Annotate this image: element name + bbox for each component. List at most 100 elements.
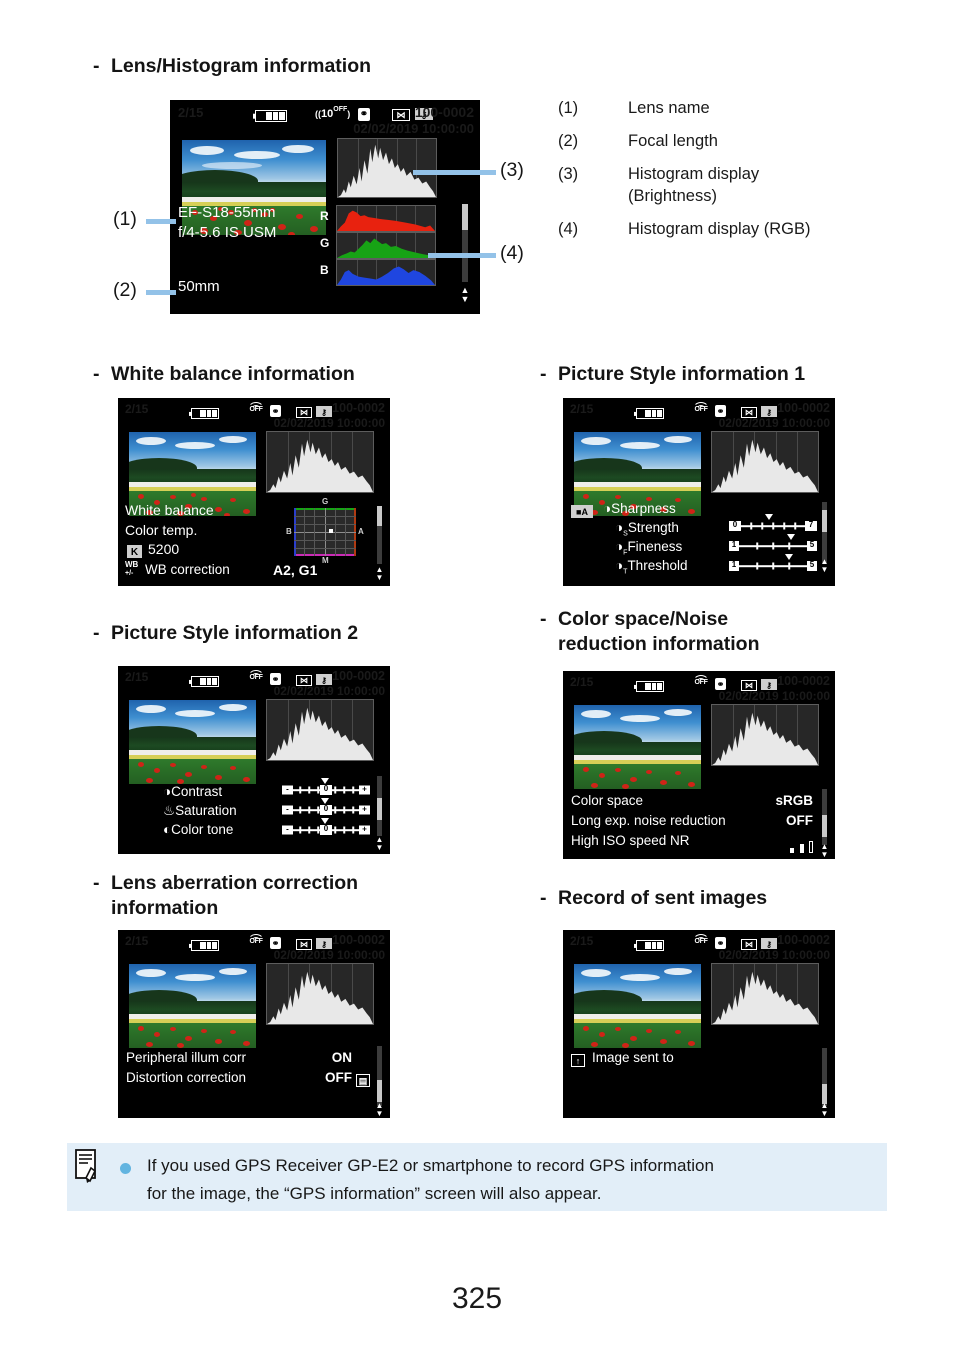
- ps1-strength-min: 0: [729, 521, 741, 531]
- scroll-arrows[interactable]: ▲ ▼: [374, 836, 385, 852]
- scrollbar[interactable]: [822, 789, 827, 845]
- section-heading-picture-style-2: - Picture Style information 2: [93, 621, 358, 646]
- sent-image-icon: ↑: [571, 1051, 585, 1069]
- heading-dash: -: [540, 608, 547, 630]
- scrollbar[interactable]: [462, 204, 468, 282]
- wb-grid-label-right: A: [358, 527, 364, 536]
- scrollbar[interactable]: [377, 1046, 382, 1106]
- heading-text: White balance information: [111, 363, 355, 385]
- ps1-slider-threshold[interactable]: 1 5: [729, 554, 817, 573]
- scroll-arrows[interactable]: ▲ ▼: [819, 1102, 830, 1118]
- ps2-contrast-max: +: [359, 785, 370, 795]
- saturation-icon: ♨: [163, 803, 176, 818]
- lcd-screen-color-space: 2/15 OFF ⚭ ⋈ ⚷ 100-0002 02/02/2019 10:00…: [563, 671, 835, 859]
- ps2-saturation-value: 0: [320, 805, 332, 815]
- ps2-row-saturation: ♨Saturation: [163, 803, 237, 819]
- ps2-slider-color-tone[interactable]: - + 0: [282, 818, 370, 837]
- ps2-row-color-tone: ◐Color tone: [163, 822, 233, 837]
- heading-text: Lens/Histogram information: [111, 55, 372, 77]
- legend-text-3b: (Brightness): [628, 187, 717, 205]
- ps1-row-threshold: ◑TThreshold: [615, 558, 687, 576]
- capture-datetime: 02/02/2019 10:00:00: [718, 416, 830, 430]
- ps2-label-color-tone: Color tone: [171, 822, 234, 837]
- legend-number-3: (3): [558, 165, 579, 183]
- scroll-arrows[interactable]: ▲ ▼: [374, 1102, 385, 1118]
- legend-number-4: (4): [558, 220, 579, 238]
- section-heading-lens-histogram: - Lens/Histogram information: [93, 54, 371, 79]
- histogram-brightness: [266, 963, 374, 1025]
- threshold-icon: ◑T: [615, 558, 628, 576]
- battery-icon: [636, 679, 664, 697]
- callout-number-3: (3): [500, 159, 524, 181]
- ps1-threshold-pointer: [785, 554, 793, 560]
- wifi-off-icon: OFF: [247, 669, 265, 683]
- capture-datetime: 02/02/2019 10:00:00: [273, 416, 385, 430]
- note-line-2: for the image, the “GPS information” scr…: [147, 1184, 602, 1203]
- ps1-row-fineness: ◑FFineness: [615, 539, 682, 557]
- cs-label-color-space: Color space: [571, 793, 644, 808]
- ps1-slider-strength[interactable]: 0 7: [729, 514, 817, 533]
- ps2-color-tone-min: -: [282, 825, 293, 835]
- la-value-peripheral: ON: [331, 1050, 352, 1065]
- scrollbar[interactable]: [377, 776, 382, 836]
- scrollbar[interactable]: [822, 502, 827, 564]
- wb-grid-label-bottom: M: [322, 556, 329, 565]
- ps1-fineness-pointer: [787, 534, 795, 540]
- note-line-1: If you used GPS Receiver GP-E2 or smartp…: [147, 1156, 714, 1175]
- lcd-screen-picture-style-2: 2/15 OFF ⚭ ⋈ ⚷ 100-0002 02/02/2019 10:00…: [118, 666, 390, 854]
- lcd-screen-record-sent: 2/15 OFF ⚭ ⋈ ⚷ 100-0002 02/02/2019 10:00…: [563, 930, 835, 1118]
- file-number: 100-0002: [332, 669, 385, 683]
- wifi-off-icon: ((10OFF): [315, 106, 351, 120]
- scrollbar[interactable]: [822, 1048, 827, 1106]
- heading-text-line2: reduction information: [558, 633, 760, 655]
- wb-grid-label-top: G: [322, 497, 329, 506]
- rgb-label-b: B: [320, 263, 329, 277]
- ps2-saturation-pointer: [321, 798, 329, 804]
- focal-length: 50mm: [178, 278, 220, 295]
- heading-text-line1: Lens aberration correction: [111, 872, 359, 894]
- ps2-contrast-pointer: [321, 778, 329, 784]
- wifi-off-icon: OFF: [692, 674, 710, 688]
- cs-label-high-iso-nr: High ISO speed NR: [571, 833, 690, 848]
- scroll-arrows[interactable]: ▲ ▼: [819, 843, 830, 859]
- heading-dash: -: [93, 622, 100, 644]
- scroll-arrows[interactable]: ▲ ▼: [459, 286, 471, 304]
- manual-page: - Lens/Histogram information 2/15 ((10OFF…: [0, 0, 954, 1345]
- heading-dash: -: [93, 872, 100, 894]
- capture-datetime: 02/02/2019 10:00:00: [718, 948, 830, 962]
- heading-text: Record of sent images: [558, 887, 768, 909]
- lens-name-line1: EF-S18-55mm: [178, 204, 276, 221]
- lens-data-icon: ▤: [356, 1071, 370, 1089]
- battery-icon: [191, 938, 219, 956]
- picture-style-auto-icon: ■A: [571, 502, 593, 520]
- ps2-row-contrast: ◑Contrast: [163, 784, 222, 799]
- scroll-arrows[interactable]: ▲ ▼: [374, 566, 385, 582]
- ps2-slider-saturation[interactable]: - + 0: [282, 798, 370, 817]
- ps2-saturation-min: -: [282, 805, 293, 815]
- wb-grid-label-left: B: [286, 527, 292, 536]
- heading-text: Picture Style information 1: [558, 363, 806, 385]
- heading-text: Picture Style information 2: [111, 622, 359, 644]
- section-heading-white-balance: - White balance information: [93, 362, 355, 387]
- ps1-row-strength: ◑SStrength: [615, 520, 679, 538]
- histogram-brightness: [711, 704, 819, 766]
- section-heading-record-sent: - Record of sent images: [540, 886, 767, 911]
- wb-correction-grid: [294, 508, 356, 556]
- status-image-index: 2/15: [125, 934, 149, 948]
- scroll-arrows[interactable]: ▲ ▼: [819, 558, 830, 574]
- ps2-slider-contrast[interactable]: - + 0: [282, 778, 370, 797]
- rgb-label-r: R: [320, 209, 329, 223]
- ps1-fineness-max: 5: [807, 541, 817, 551]
- wb-correction-value: A2, G1: [273, 562, 318, 578]
- ps1-slider-fineness[interactable]: 1 5: [729, 534, 817, 553]
- wifi-off-icon: OFF: [692, 401, 710, 415]
- scrollbar[interactable]: [377, 506, 382, 564]
- histogram-brightness: [337, 138, 437, 198]
- rgb-label-g: G: [320, 236, 330, 250]
- histogram-rgb: R G B: [320, 205, 450, 290]
- lens-name-line2: f/4-5.6 IS USM: [178, 224, 277, 241]
- wifi-off-icon: OFF: [247, 933, 265, 947]
- legend-item-1: (1) Lens name: [558, 97, 898, 119]
- legend-item-3: (3) Histogram display (Brightness): [558, 163, 898, 207]
- lcd-screen-white-balance: 2/15 OFF ⚭ ⋈ ⚷ 100-0002 02/02/2019 10:00…: [118, 398, 390, 586]
